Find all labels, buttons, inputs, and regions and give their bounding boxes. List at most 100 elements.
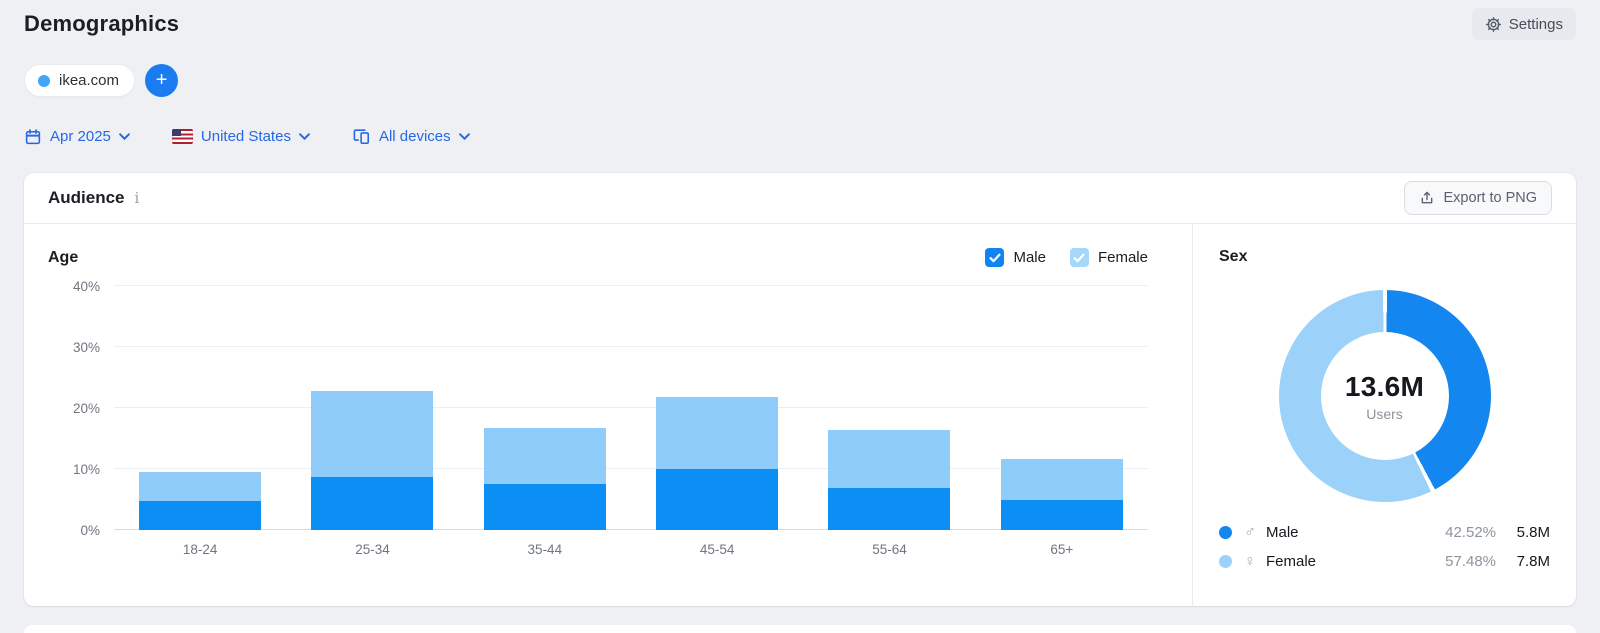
bar-segment-female[interactable] [828, 430, 950, 488]
bar-bands [114, 285, 1148, 530]
bar-segment-female[interactable] [1001, 459, 1123, 500]
bar-band [286, 285, 458, 530]
bar-segment-male[interactable] [484, 484, 606, 530]
total-users-value: 13.6M [1345, 371, 1424, 403]
top-header: Demographics Settings [24, 0, 1576, 40]
female-percent: 57.48% [1445, 553, 1496, 570]
bar-band [803, 285, 975, 530]
age-chart: 0%10%20%30%40% 18-2425-3435-4445-5455-64… [48, 285, 1148, 606]
x-tick-label: 45-54 [631, 542, 803, 557]
bar-segment-male[interactable] [311, 477, 433, 530]
male-label: Male [1266, 524, 1299, 541]
devices-icon [352, 127, 371, 146]
male-value: 5.8M [1496, 524, 1550, 541]
domain-color-dot [38, 75, 50, 87]
page-title: Demographics [24, 11, 179, 37]
age-header: Age Male Female [48, 248, 1148, 267]
settings-button[interactable]: Settings [1472, 8, 1576, 40]
legend-female-label: Female [1098, 249, 1148, 266]
export-upload-icon [1419, 190, 1435, 206]
x-tick-label: 18-24 [114, 542, 286, 557]
x-tick-label: 25-34 [286, 542, 458, 557]
export-to-png-button[interactable]: Export to PNG [1404, 181, 1552, 215]
bar-stack[interactable] [311, 391, 433, 530]
x-tick-label: 35-44 [459, 542, 631, 557]
domain-row: ikea.com + [24, 64, 1576, 97]
x-tick-label: 55-64 [803, 542, 975, 557]
male-percent: 42.52% [1445, 524, 1496, 541]
y-axis: 0%10%20%30%40% [48, 285, 100, 557]
domain-chip[interactable]: ikea.com [24, 64, 135, 97]
male-dot [1219, 526, 1232, 539]
female-symbol-icon: ♀ [1241, 553, 1259, 571]
y-tick-label: 20% [73, 401, 100, 416]
bar-stack[interactable] [828, 430, 950, 530]
devices-filter-label: All devices [379, 128, 451, 145]
male-checkbox[interactable] [985, 248, 1004, 267]
chevron-down-icon [299, 133, 310, 140]
sex-donut-center: 13.6M Users [1321, 332, 1449, 460]
sex-panel: Sex 13.6M Users ♂ Male 42.52% 5.8M [1192, 224, 1576, 606]
age-title: Age [48, 249, 78, 267]
y-tick-label: 40% [73, 279, 100, 294]
sex-title: Sex [1219, 248, 1550, 266]
devices-filter[interactable]: All devices [352, 127, 470, 146]
age-plot: 18-2425-3435-4445-5455-6465+ [114, 285, 1148, 557]
location-filter-label: United States [201, 128, 291, 145]
next-card-edge [24, 625, 1576, 633]
settings-label: Settings [1509, 16, 1563, 33]
bar-segment-female[interactable] [656, 397, 778, 469]
bar-stack[interactable] [656, 397, 778, 530]
date-filter[interactable]: Apr 2025 [24, 128, 130, 146]
total-users-label: Users [1366, 406, 1403, 422]
chevron-down-icon [119, 133, 130, 140]
legend-item-male[interactable]: Male [985, 248, 1046, 267]
female-dot [1219, 555, 1232, 568]
audience-card: Audience i Export to PNG Age [24, 173, 1576, 606]
bar-segment-male[interactable] [139, 501, 261, 530]
y-tick-label: 10% [73, 462, 100, 477]
filter-row: Apr 2025 United States All devices [24, 127, 1576, 146]
bar-band [976, 285, 1148, 530]
sex-row-male[interactable]: ♂ Male 42.52% 5.8M [1219, 518, 1550, 547]
female-label: Female [1266, 553, 1316, 570]
info-icon[interactable]: i [135, 189, 140, 207]
female-value: 7.8M [1496, 553, 1550, 570]
add-domain-button[interactable]: + [145, 64, 178, 97]
sex-row-female[interactable]: ♀ Female 57.48% 7.8M [1219, 547, 1550, 576]
bar-band [459, 285, 631, 530]
bar-stack[interactable] [484, 428, 606, 530]
sex-legend: ♂ Male 42.52% 5.8M ♀ Female 57.48% 7.8M [1219, 518, 1550, 576]
y-tick-label: 30% [73, 340, 100, 355]
age-section: Age Male Female [24, 224, 1192, 606]
legend-male-label: Male [1013, 249, 1046, 266]
location-filter[interactable]: United States [172, 128, 310, 145]
male-symbol-icon: ♂ [1241, 524, 1259, 542]
y-tick-label: 0% [80, 523, 100, 538]
gear-icon [1485, 16, 1502, 33]
audience-title: Audience [48, 188, 125, 208]
date-filter-label: Apr 2025 [50, 128, 111, 145]
age-legend: Male Female [985, 248, 1148, 267]
domain-label: ikea.com [59, 72, 119, 89]
bar-segment-male[interactable] [1001, 500, 1123, 531]
legend-item-female[interactable]: Female [1070, 248, 1148, 267]
bar-segment-female[interactable] [311, 391, 433, 477]
bar-stack[interactable] [139, 472, 261, 530]
chevron-down-icon [459, 133, 470, 140]
audience-card-body: Age Male Female [24, 224, 1576, 606]
bar-segment-male[interactable] [828, 488, 950, 530]
x-axis: 18-2425-3435-4445-5455-6465+ [114, 542, 1148, 557]
bar-segment-female[interactable] [139, 472, 261, 501]
sex-donut: 13.6M Users [1279, 290, 1491, 502]
bar-band [114, 285, 286, 530]
bar-segment-female[interactable] [484, 428, 606, 484]
bar-stack[interactable] [1001, 459, 1123, 530]
us-flag-icon [172, 129, 193, 144]
bar-band [631, 285, 803, 530]
female-checkbox[interactable] [1070, 248, 1089, 267]
audience-card-header: Audience i Export to PNG [24, 173, 1576, 224]
export-label: Export to PNG [1444, 190, 1537, 206]
bar-segment-male[interactable] [656, 469, 778, 530]
calendar-icon [24, 128, 42, 146]
